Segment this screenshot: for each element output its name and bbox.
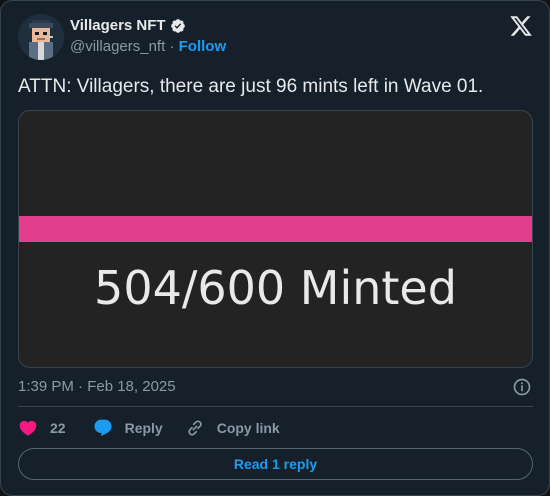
dot-separator: · [169,38,175,55]
divider [18,406,533,407]
minted-count-text: 504/600 Minted [94,261,457,315]
follow-button[interactable]: Follow [179,38,227,55]
pixel-villager-avatar-icon [18,14,64,60]
reply-label: Reply [124,420,163,436]
tweet-timestamp[interactable]: 1:39 PM · Feb 18, 2025 [18,378,176,395]
heart-icon [19,420,37,436]
handle-line: @villagers_nft · Follow [70,38,226,55]
reply-button[interactable]: Reply [93,418,163,438]
action-bar: 22 Reply Copy link [18,417,280,439]
info-icon[interactable] [512,377,532,397]
tweet-media-image[interactable]: 504/600 Minted [18,110,533,368]
tweet-header: Villagers NFT @villagers_nft · Follow [18,14,533,62]
like-button[interactable]: 22 [18,418,66,438]
link-icon [188,420,202,436]
display-name-text: Villagers NFT [70,17,166,34]
embedded-tweet-card: Villagers NFT @villagers_nft · Follow AT… [0,0,550,496]
copy-link-label: Copy link [216,420,280,436]
tweet-text: ATTN: Villagers, there are just 96 mints… [18,76,484,97]
read-replies-label: Read 1 reply [233,456,318,472]
x-logo-icon[interactable] [509,14,533,38]
verified-badge-icon [170,18,185,33]
author-name[interactable]: Villagers NFT [70,17,186,34]
reply-bubble-icon [94,419,112,437]
pink-banner-bar [19,216,532,242]
avatar[interactable] [18,14,64,60]
read-replies-button[interactable]: Read 1 reply [18,448,533,480]
author-block: Villagers NFT @villagers_nft · Follow [70,17,226,55]
like-count: 22 [50,420,66,436]
copy-link-button[interactable]: Copy link [185,418,280,438]
author-handle[interactable]: @villagers_nft [70,38,165,55]
